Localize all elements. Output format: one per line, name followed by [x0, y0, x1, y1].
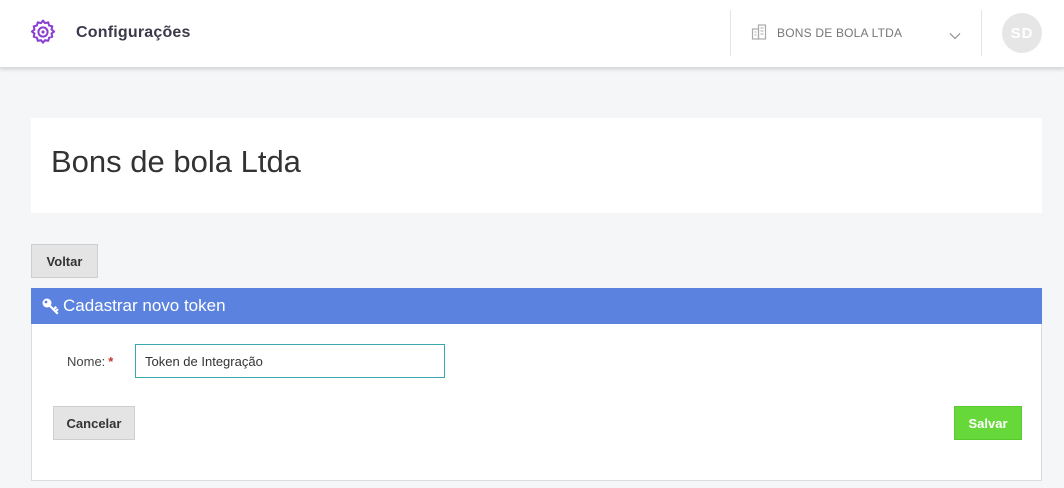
app-title: Configurações	[76, 24, 191, 41]
company-header: Bons de bola Ltda	[31, 118, 1042, 213]
organization-selector[interactable]: BONS DE BOLA LTDA	[730, 10, 982, 56]
back-button[interactable]: Voltar	[31, 244, 98, 278]
key-icon	[41, 297, 59, 315]
panel-header: Cadastrar novo token	[31, 288, 1042, 324]
cancel-button[interactable]: Cancelar	[53, 406, 135, 440]
name-field-label: Nome: *	[67, 354, 113, 369]
top-bar: Configurações BONS DE BOLA LTDA SD	[0, 0, 1064, 68]
name-label-text: Nome:	[67, 354, 106, 369]
building-icon	[751, 24, 767, 40]
save-button[interactable]: Salvar	[954, 406, 1022, 440]
page-title: Bons de bola Ltda	[51, 144, 301, 179]
gear-icon[interactable]	[30, 19, 56, 45]
organization-name: BONS DE BOLA LTDA	[777, 26, 903, 40]
chevron-down-icon	[949, 28, 961, 40]
user-avatar[interactable]: SD	[1002, 13, 1042, 53]
token-name-input[interactable]	[135, 344, 445, 378]
required-marker: *	[108, 354, 114, 369]
token-form: Nome:* Cancelar Salvar	[31, 324, 1042, 481]
panel-title: Cadastrar novo token	[63, 296, 226, 315]
